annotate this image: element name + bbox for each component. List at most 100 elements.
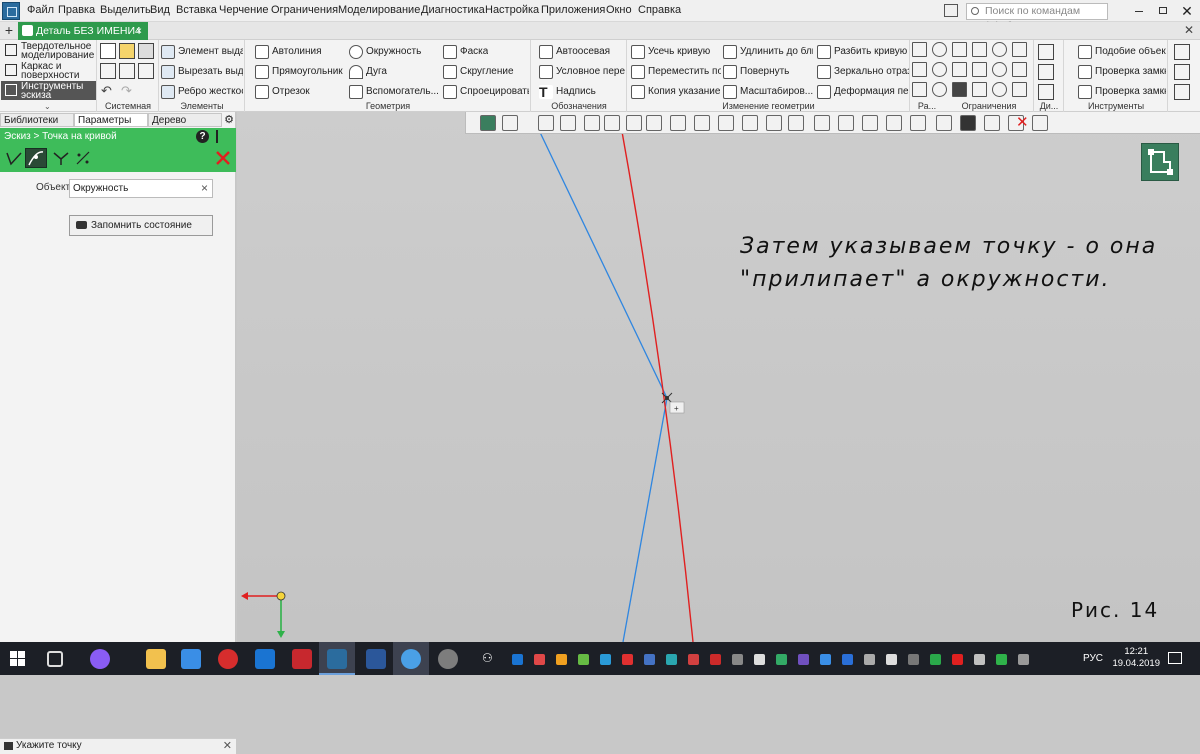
close-tab-icon[interactable]: × [136,22,142,40]
collapse-chevron-icon[interactable]: ⌄ [44,102,51,111]
auto-axis-button[interactable]: Автоосевая [539,42,625,61]
tray-icon[interactable] [688,654,699,665]
menu-constraints[interactable]: Ограничения [271,4,338,20]
segment-button[interactable]: Отрезок [255,82,345,101]
save-state-button[interactable]: Запомнить состояние [69,215,213,236]
view-toolbar-icon[interactable] [766,115,782,131]
sketch-tools-mode[interactable]: Инструменты эскиза [1,81,96,100]
constraint-tool-icon[interactable] [972,42,987,57]
print-icon[interactable] [100,63,116,79]
model-viewport[interactable]: + ✕ Затем указываем точку - о она "прили… [237,112,1200,642]
tab-tree[interactable]: Дерево [148,113,222,127]
tray-icon[interactable] [864,654,875,665]
menu-file[interactable]: Файл [27,4,54,20]
constraint-tool-icon[interactable] [992,62,1007,77]
view-toolbar-icon[interactable] [886,115,902,131]
closure-check-button[interactable]: Проверка замкнутос... [1078,62,1166,81]
constraint-tool-icon[interactable] [972,62,987,77]
menu-diagnostics[interactable]: Диагностика [421,4,485,20]
mirror-button[interactable]: Зеркально отразить [817,62,909,81]
auxiliary-line-button[interactable]: Вспомогатель... прямая [349,82,439,101]
rib-button[interactable]: Ребро жесткости [161,82,243,101]
tray-icon[interactable] [644,654,655,665]
tray-icon[interactable] [578,654,589,665]
tray-icon[interactable] [622,654,633,665]
close-window-button[interactable]: ✕ [1178,2,1196,20]
assistant-icon[interactable] [90,649,110,669]
tray-icon[interactable] [974,654,985,665]
object-field[interactable]: Окружность × [69,179,213,198]
tray-icon[interactable] [952,654,963,665]
tray-icon[interactable] [512,654,523,665]
view-toolbar-icon[interactable] [838,115,854,131]
tray-icon[interactable] [996,654,1007,665]
circle-button[interactable]: Окружность [349,42,437,61]
open-folder-icon[interactable] [119,43,135,59]
new-tab-button[interactable]: + [2,23,16,38]
deform-button[interactable]: Деформация перемещением [817,82,909,101]
view-toolbar-icon[interactable] [984,115,1000,131]
text-label-button[interactable]: T Надпись [539,82,625,101]
wireframe-mode[interactable]: Каркас и поверхности [1,61,96,80]
tray-icon[interactable] [776,654,787,665]
rectangle-button[interactable]: Прямоугольник [255,62,345,81]
constraint-tool-icon[interactable] [912,42,927,57]
taskbar-app-icon-4[interactable] [438,649,458,669]
menu-insert[interactable]: Вставка [176,4,217,20]
tray-icon[interactable] [798,654,809,665]
edge-icon[interactable] [255,649,275,669]
view-toolbar-icon[interactable] [742,115,758,131]
tray-icon[interactable] [710,654,721,665]
close-status-icon[interactable]: ✕ [223,739,232,753]
tray-icon[interactable] [820,654,831,665]
tray-icon[interactable] [1018,654,1029,665]
constraint-tool-icon[interactable] [932,42,947,57]
point-on-curve-mode-4-icon[interactable] [74,150,92,166]
tray-icon[interactable] [754,654,765,665]
clear-object-icon[interactable]: × [201,180,208,197]
notifications-icon[interactable] [1168,652,1182,664]
constraint-tool-icon[interactable] [952,82,967,97]
menu-select[interactable]: Выделить [100,4,151,20]
view-toolbar-icon[interactable] [936,115,952,131]
undo-icon[interactable]: ↶ [101,83,112,99]
autoline-button[interactable]: Автолиния [255,42,343,61]
ribbon-extra-icon-1[interactable] [1174,44,1190,60]
view-toolbar-icon[interactable] [584,115,600,131]
tray-icon[interactable] [600,654,611,665]
view-toolbar-icon[interactable] [626,115,642,131]
tray-icon[interactable] [908,654,919,665]
constraint-tool-icon[interactable] [992,42,1007,57]
view-toolbar-icon[interactable] [560,115,576,131]
preview-icon[interactable] [119,63,135,79]
conditional-intersection-button[interactable]: Условное пересечение [539,62,625,81]
point-on-curve-active-button[interactable] [25,148,47,168]
app-logo-icon[interactable] [2,2,20,20]
solid-modeling-mode[interactable]: Твердотельное моделирование [1,41,96,60]
tree-icon[interactable] [216,130,228,143]
tray-icon[interactable] [556,654,567,665]
document-tab[interactable]: Деталь БЕЗ ИМЕНИ4 × [18,22,148,40]
tray-icon[interactable] [666,654,677,665]
input-language[interactable]: РУС [1083,653,1103,664]
clock[interactable]: 12:21 19.04.2019 [1112,646,1160,670]
constraint-tool-icon[interactable] [1012,42,1027,57]
view-toolbar-icon[interactable] [718,115,734,131]
extrude-button[interactable]: Элемент выдавливания [161,42,243,61]
tab-parameters[interactable]: Параметры [74,113,148,127]
menu-edit[interactable]: Правка [58,4,95,20]
constraint-tool-icon[interactable] [1012,62,1027,77]
menu-window[interactable]: Окно [606,4,632,20]
restore-button[interactable] [1154,2,1172,20]
circle-arc[interactable] [620,125,694,642]
menu-settings[interactable]: Настройка [485,4,539,20]
view-toolbar-icon[interactable] [1032,115,1048,131]
sketch-mode-icon[interactable] [1141,143,1179,181]
save-all-icon[interactable] [138,63,154,79]
tray-icon[interactable] [842,654,853,665]
view-toolbar-icon[interactable] [480,115,496,131]
view-toolbar-icon[interactable] [604,115,620,131]
tray-icon[interactable] [886,654,897,665]
dimension-icon[interactable] [1038,44,1054,60]
point-on-curve-mode-1-icon[interactable] [5,150,23,166]
